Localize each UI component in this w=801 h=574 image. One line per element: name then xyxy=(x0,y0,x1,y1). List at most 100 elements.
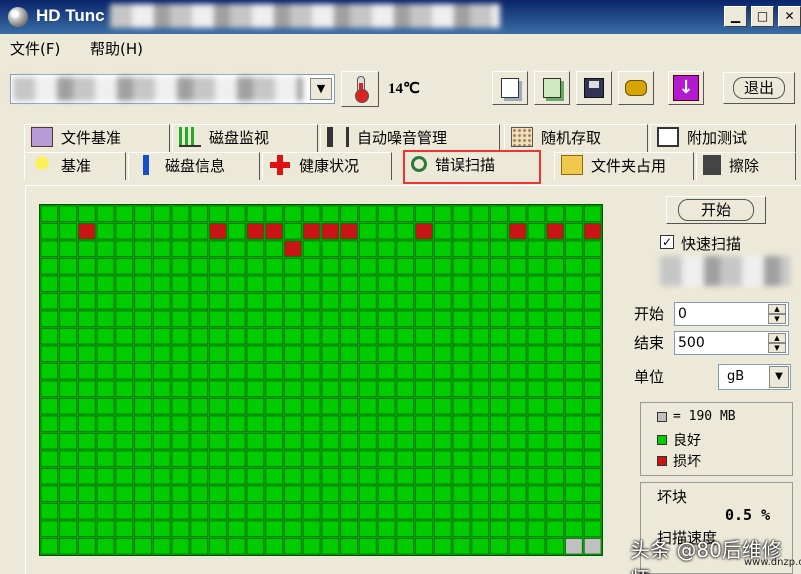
tab-error-scan[interactable]: 错误扫描 xyxy=(403,150,541,184)
good-block xyxy=(115,205,134,222)
minimize-button[interactable]: ▁ xyxy=(724,6,747,27)
chevron-down-icon[interactable]: ▼ xyxy=(769,366,789,388)
good-block xyxy=(246,293,265,310)
quick-scan-checkbox[interactable]: ✓ xyxy=(660,235,674,249)
spin-up-icon[interactable]: ▲ xyxy=(768,304,786,314)
good-block xyxy=(396,485,415,502)
good-block xyxy=(78,240,96,257)
good-block xyxy=(321,538,340,555)
end-input[interactable]: 500 ▲ ▼ xyxy=(674,331,789,355)
good-block xyxy=(546,415,564,432)
good-block xyxy=(452,310,471,327)
tab-disk-monitor[interactable]: 磁盘监视 xyxy=(172,124,318,152)
unscanned-block xyxy=(583,538,602,555)
good-block xyxy=(284,450,302,467)
good-block xyxy=(452,363,471,380)
good-block xyxy=(246,398,265,415)
menu-help[interactable]: 帮助(H) xyxy=(90,38,143,59)
good-block xyxy=(96,468,115,485)
good-block xyxy=(546,520,564,537)
tab-disk-info[interactable]: 磁盘信息 xyxy=(128,152,260,180)
start-scan-button[interactable]: 开始 xyxy=(666,196,766,224)
tab-health[interactable]: 健康状况 xyxy=(262,152,392,180)
good-block xyxy=(490,328,508,345)
good-block xyxy=(40,223,59,240)
close-button[interactable]: ✕ xyxy=(778,6,801,27)
temperature-readout: 14℃ xyxy=(388,81,420,97)
save-button[interactable] xyxy=(576,71,612,105)
good-block xyxy=(78,310,96,327)
tab-benchmark[interactable]: 基准 xyxy=(24,152,126,180)
good-block xyxy=(265,363,283,380)
good-block xyxy=(471,275,489,292)
tab-aam[interactable]: 自动噪音管理 xyxy=(320,124,500,152)
good-block xyxy=(40,205,59,222)
good-block xyxy=(508,240,527,257)
good-block xyxy=(78,450,96,467)
menu-file[interactable]: 文件(F) xyxy=(10,38,60,59)
chip-icon xyxy=(625,80,647,96)
good-block xyxy=(246,328,265,345)
maximize-button[interactable]: □ xyxy=(751,6,774,27)
temperature-button[interactable] xyxy=(341,71,379,107)
watermark-url: www.dnzp.com xyxy=(744,557,801,568)
spin-up-icon[interactable]: ▲ xyxy=(768,333,786,343)
tab-random-access[interactable]: 随机存取 xyxy=(504,124,648,152)
good-block xyxy=(546,363,564,380)
spin-down-icon[interactable]: ▼ xyxy=(768,343,786,353)
good-block xyxy=(190,380,208,397)
tab-erase[interactable]: 擦除 xyxy=(696,152,796,180)
good-swatch xyxy=(657,435,667,445)
good-block xyxy=(321,240,340,257)
good-block xyxy=(490,485,508,502)
tab-file-benchmark[interactable]: 文件基准 xyxy=(24,124,170,152)
good-block xyxy=(546,503,564,520)
chevron-down-icon[interactable]: ▼ xyxy=(310,78,332,100)
good-block xyxy=(340,275,358,292)
good-block xyxy=(415,415,433,432)
good-block xyxy=(377,380,396,397)
start-input[interactable]: 0 ▲ ▼ xyxy=(674,302,789,326)
good-block xyxy=(153,310,171,327)
good-block xyxy=(153,538,171,555)
good-block xyxy=(377,415,396,432)
good-block xyxy=(396,205,415,222)
good-block xyxy=(40,433,59,450)
good-block xyxy=(134,538,152,555)
exit-button[interactable]: 退出 xyxy=(723,72,795,104)
document-icon xyxy=(501,78,519,98)
good-block xyxy=(59,345,77,362)
good-block xyxy=(302,538,321,555)
good-block xyxy=(359,503,377,520)
good-block xyxy=(284,363,302,380)
tab-folder-usage[interactable]: 文件夹占用 xyxy=(554,152,694,180)
download-button[interactable]: ↓ xyxy=(668,71,704,105)
good-block xyxy=(96,345,115,362)
good-block xyxy=(96,205,115,222)
good-block xyxy=(490,223,508,240)
good-block xyxy=(96,520,115,537)
spin-down-icon[interactable]: ▼ xyxy=(768,314,786,324)
good-block xyxy=(452,503,471,520)
good-block xyxy=(415,538,433,555)
good-block xyxy=(227,503,246,520)
tab-label: 错误扫描 xyxy=(435,156,496,174)
unit-select[interactable]: gB ▼ xyxy=(718,364,791,390)
good-block xyxy=(227,345,246,362)
good-block xyxy=(302,328,321,345)
copy-text-button[interactable] xyxy=(492,71,528,105)
good-block xyxy=(209,468,227,485)
good-block xyxy=(377,398,396,415)
bad-blocks-title: 坏块 xyxy=(657,488,688,506)
good-block xyxy=(265,240,283,257)
tab-extra-tests[interactable]: 附加测试 xyxy=(650,124,796,152)
copy-screenshot-button[interactable] xyxy=(534,71,570,105)
good-block xyxy=(433,205,452,222)
good-block xyxy=(433,538,452,555)
options-button[interactable] xyxy=(618,71,654,105)
drive-select[interactable]: ▼ xyxy=(10,74,335,104)
good-block xyxy=(583,380,602,397)
good-block xyxy=(171,538,190,555)
good-block xyxy=(190,205,208,222)
good-block xyxy=(508,468,527,485)
